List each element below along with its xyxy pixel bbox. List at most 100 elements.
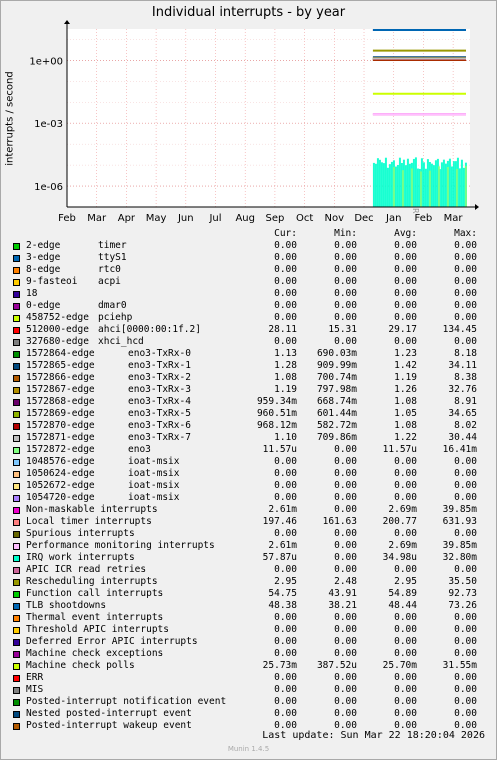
series-device: eno3-TxRx-6	[128, 420, 191, 431]
value-cur: 2.95	[274, 576, 297, 587]
header-max: Max:	[454, 228, 477, 239]
legend-row: Local timer interrupts 197.46 161.63 200.77…	[0, 516, 497, 528]
series-device: eno3-TxRx-2	[128, 372, 191, 383]
value-cur: 0.00	[274, 492, 297, 503]
series-name: Spurious interrupts	[26, 528, 135, 539]
value-avg: 0.00	[394, 480, 417, 491]
y-axis-arrow	[64, 20, 70, 24]
series-name: Machine check exceptions	[26, 648, 164, 659]
value-cur: 0.00	[274, 636, 297, 647]
legend-row: 8-edge rtc0 0.00 0.00 0.00 0.00	[0, 264, 497, 276]
value-avg: 29.17	[388, 324, 417, 335]
x-tick-label: Jan	[385, 213, 401, 224]
series-noise-bar	[410, 168, 413, 207]
value-min: 0.00	[334, 504, 357, 515]
series-noise-bar	[401, 170, 404, 207]
x-tick-label: Jun	[177, 213, 194, 224]
series-noise-bar	[374, 163, 377, 207]
value-max: 0.00	[454, 468, 477, 479]
series-device: rtc0	[98, 264, 121, 275]
legend-swatch	[13, 567, 20, 574]
value-cur: 54.75	[268, 588, 297, 599]
series-name: Non-maskable interrupts	[26, 504, 158, 515]
series-noise-bar	[408, 163, 411, 207]
series-name: 1572864-edge	[26, 348, 95, 359]
series-name: 1572865-edge	[26, 360, 95, 371]
x-tick-label: Oct	[296, 213, 313, 224]
series-name: 1572872-edge	[26, 444, 95, 455]
x-axis-arrow	[475, 204, 479, 210]
legend-swatch	[13, 495, 20, 502]
value-avg: 1.08	[394, 396, 417, 407]
value-max: 0.00	[454, 672, 477, 683]
series-noise-bar	[444, 163, 447, 207]
legend-row: 1572868-edge eno3-TxRx-4 959.34m 668.74m 1.0…	[0, 396, 497, 408]
value-avg: 0.00	[394, 672, 417, 683]
value-cur: 0.00	[274, 252, 297, 263]
value-avg: 48.44	[388, 600, 417, 611]
series-device: eno3-TxRx-0	[128, 348, 191, 359]
value-min: 0.00	[334, 288, 357, 299]
series-name: 1572866-edge	[26, 372, 95, 383]
series-noise-bar	[390, 161, 393, 207]
value-max: 73.26	[448, 600, 477, 611]
value-avg: 0.00	[394, 312, 417, 323]
series-noise-bar	[432, 165, 435, 207]
value-max: 0.00	[454, 708, 477, 719]
legend-swatch	[13, 639, 20, 646]
series-name: Deferred Error APIC interrupts	[26, 636, 198, 647]
series-device: ahci[0000:00:1f.2]	[98, 324, 201, 335]
value-min: 0.00	[334, 708, 357, 719]
value-min: 0.00	[334, 240, 357, 251]
value-min: 0.00	[334, 456, 357, 467]
series-name: 3-edge	[26, 252, 61, 263]
value-max: 39.85m	[442, 540, 477, 551]
value-min: 15.31	[328, 324, 357, 335]
value-min: 0.00	[334, 492, 357, 503]
series-name: 18	[26, 288, 38, 299]
legend-row: Machine check polls 25.73m 387.52u 25.70m 31…	[0, 660, 497, 672]
legend-row: 458752-edge pciehp 0.00 0.00 0.00 0.00	[0, 312, 497, 324]
value-cur: 968.12m	[256, 420, 297, 431]
value-cur: 960.51m	[256, 408, 297, 419]
series-noise-bar	[412, 158, 415, 207]
value-cur: 0.00	[274, 696, 297, 707]
value-min: 161.63	[322, 516, 357, 527]
legend-swatch	[13, 303, 20, 310]
last-update: Last update: Sun Mar 22 18:20:04 2026	[262, 730, 485, 741]
value-max: 8.18	[454, 348, 477, 359]
value-cur: 1.28	[274, 360, 297, 371]
value-cur: 0.00	[274, 684, 297, 695]
value-max: 0.00	[454, 288, 477, 299]
value-min: 0.00	[334, 648, 357, 659]
value-min: 582.72m	[316, 420, 357, 431]
value-min: 0.00	[334, 336, 357, 347]
legend-row: ERR 0.00 0.00 0.00 0.00	[0, 672, 497, 684]
series-noise-bar	[376, 158, 379, 207]
series-name: 327680-edge	[26, 336, 89, 347]
value-avg: 1.05	[394, 408, 417, 419]
value-max: 0.00	[454, 312, 477, 323]
value-avg: 0.00	[394, 624, 417, 635]
series-name: APIC ICR read retries	[26, 564, 147, 575]
value-cur: 197.46	[262, 516, 297, 527]
value-avg: 1.42	[394, 360, 417, 371]
series-noise-bar	[380, 162, 383, 207]
legend-swatch	[13, 435, 20, 442]
legend-row: 1054720-edge ioat-msix 0.00 0.00 0.00 0.00	[0, 492, 497, 504]
series-noise-bar	[382, 163, 385, 207]
value-cur: 11.57u	[262, 444, 297, 455]
series-noise-bar	[396, 165, 399, 207]
legend-swatch	[13, 543, 20, 550]
value-min: 0.00	[334, 480, 357, 491]
series-noise-bar	[388, 164, 391, 207]
value-cur: 1.13	[274, 348, 297, 359]
value-max: 8.02	[454, 420, 477, 431]
legend-row: 1052672-edge ioat-msix 0.00 0.00 0.00 0.00	[0, 480, 497, 492]
series-device: eno3-TxRx-4	[128, 396, 191, 407]
value-cur: 1.19	[274, 384, 297, 395]
value-cur: 0.00	[274, 336, 297, 347]
series-name: 1050624-edge	[26, 468, 95, 479]
legend-swatch	[13, 267, 20, 274]
legend-swatch	[13, 459, 20, 466]
